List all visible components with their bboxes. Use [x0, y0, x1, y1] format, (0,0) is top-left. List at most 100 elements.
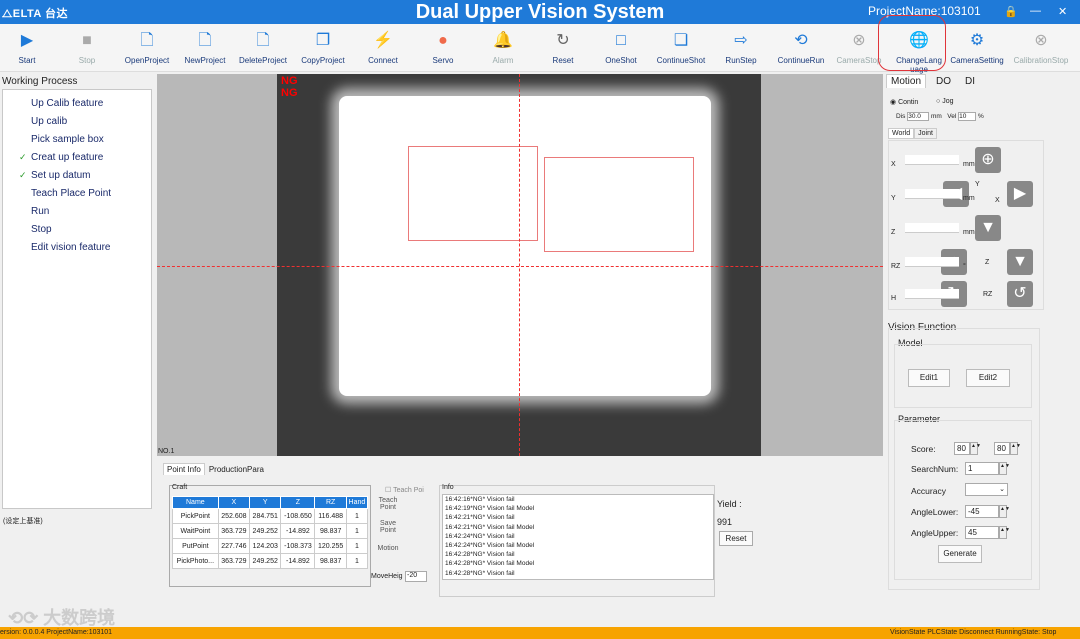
process-item[interactable]: Teach Place Point	[31, 188, 111, 199]
process-item[interactable]: ✓ Set up datum	[19, 170, 90, 181]
tab-world[interactable]: World	[888, 128, 915, 139]
axis-input[interactable]	[905, 289, 959, 299]
table-cell[interactable]: 284.751	[249, 508, 282, 524]
table-row[interactable]: WaitPoint 363.729 249.252 -14.892 98.837 1	[172, 523, 369, 539]
deleteproject-button[interactable]: 🗋 DeleteProject	[232, 30, 294, 65]
score2-input[interactable]: 80	[994, 442, 1010, 455]
tab-di[interactable]: DI	[961, 75, 979, 88]
connect-button[interactable]: ⚡ Connect	[352, 30, 414, 65]
table-cell[interactable]: 120.255	[314, 538, 347, 554]
table-cell[interactable]: 124.203	[249, 538, 282, 554]
motion-button[interactable]: Motion	[376, 545, 400, 552]
table-row[interactable]: PickPoint 252.608 284.751 -108.650 116.488 1	[172, 508, 369, 524]
generate-button[interactable]: Generate	[938, 545, 982, 563]
z-down-button[interactable]: ▼	[1007, 249, 1033, 275]
table-cell[interactable]: WaitPoint	[172, 523, 219, 539]
teach-point-button[interactable]: Teach Point	[376, 497, 400, 511]
table-cell[interactable]: 1	[345, 553, 369, 569]
calibrationstop-button[interactable]: ⊗ CalibrationStop	[1010, 30, 1072, 65]
table-cell[interactable]: 98.837	[314, 553, 347, 569]
camerasetting-button[interactable]: ⚙ CameraSetting	[946, 30, 1008, 65]
log-line[interactable]: 16:42:21*NG* Vision fail	[443, 513, 713, 522]
anglelower-input[interactable]: -45	[965, 505, 999, 518]
score2-spinner[interactable]: ▲▼	[1010, 442, 1021, 455]
table-cell[interactable]: 1	[345, 508, 369, 524]
angleupper-spinner[interactable]: ▲▼	[999, 526, 1010, 539]
runstep-button[interactable]: ⇨ RunStep	[710, 30, 772, 65]
alarm-button[interactable]: 🔔 Alarm	[472, 30, 534, 65]
axis-input[interactable]	[905, 155, 959, 165]
minimize-icon[interactable]: —	[1030, 5, 1041, 17]
table-cell[interactable]: PickPoint	[172, 508, 219, 524]
log-line[interactable]: 16:42:24*NG* Vision fail Model	[443, 541, 713, 550]
tab-do[interactable]: DO	[932, 75, 955, 88]
log-line[interactable]: 16:42:16*NG* Vision fail	[443, 495, 713, 504]
table-cell[interactable]: PutPoint	[172, 538, 219, 554]
process-item[interactable]: Edit vision feature	[31, 242, 111, 253]
oneshot-button[interactable]: □ OneShot	[590, 30, 652, 65]
process-item[interactable]: ✓ Creat up feature	[19, 152, 103, 163]
table-cell[interactable]: 116.488	[314, 508, 347, 524]
contin-radio[interactable]: ◉ Contin	[890, 98, 918, 106]
process-item[interactable]: Up Calib feature	[31, 98, 103, 109]
camera-view[interactable]: NG NG NO.1	[157, 74, 883, 456]
down-arrow-button[interactable]: ▼	[975, 215, 1001, 241]
move-height-input[interactable]: -20	[405, 571, 427, 582]
searchnum-input[interactable]: 1	[965, 462, 999, 475]
table-row[interactable]: PutPoint 227.746 124.203 -108.373 120.255 1	[172, 538, 369, 554]
accuracy-select[interactable]: ⌄	[965, 483, 1008, 496]
jog-radio[interactable]: ○ Jog	[936, 98, 953, 105]
newproject-button[interactable]: 🗋 NewProject	[174, 30, 236, 65]
table-cell[interactable]: 363.729	[217, 523, 251, 539]
table-cell[interactable]: 249.252	[249, 553, 282, 569]
roi-right[interactable]	[544, 157, 694, 252]
log-line[interactable]: 16:42:21*NG* Vision fail Model	[443, 523, 713, 532]
log-line[interactable]: 16:42:19*NG* Vision fail Model	[443, 504, 713, 513]
start-button[interactable]: ▶ Start	[0, 30, 58, 65]
score1-spinner[interactable]: ▲▼	[970, 442, 981, 455]
axis-input[interactable]	[905, 257, 959, 267]
stop-button[interactable]: ■ Stop	[56, 30, 118, 65]
searchnum-spinner[interactable]: ▲▼	[999, 462, 1010, 475]
table-cell[interactable]: -14.892	[280, 553, 316, 569]
continuerun-button[interactable]: ⟲ ContinueRun	[770, 30, 832, 65]
log-line[interactable]: 16:42:28*NG* Vision fail	[443, 550, 713, 559]
anglelower-spinner[interactable]: ▲▼	[999, 505, 1010, 518]
axis-input[interactable]	[905, 223, 959, 233]
edit2-button[interactable]: Edit2	[966, 369, 1010, 387]
table-row[interactable]: PickPhoto... 363.729 249.252 -14.892 98.837 1	[172, 553, 369, 569]
table-cell[interactable]: 1	[345, 523, 369, 539]
table-cell[interactable]: 98.837	[314, 523, 347, 539]
servo-button[interactable]: ● Servo	[412, 30, 474, 65]
axis-input[interactable]	[905, 189, 959, 199]
right-arrow-button[interactable]: ▶	[1007, 181, 1033, 207]
angleupper-input[interactable]: 45	[965, 526, 999, 539]
table-cell[interactable]: 252.608	[217, 508, 251, 524]
tab-motion[interactable]: Motion	[886, 74, 927, 88]
tab-production-para[interactable]: ProductionPara	[205, 464, 267, 475]
edit1-button[interactable]: Edit1	[908, 369, 950, 387]
tab-point-info[interactable]: Point Info	[163, 463, 205, 475]
table-cell[interactable]: 363.729	[217, 553, 251, 569]
teach-point-checkbox[interactable]: ☐ Teach Poi	[385, 486, 424, 494]
reset-button[interactable]: ↻ Reset	[532, 30, 594, 65]
save-point-button[interactable]: Save Point	[376, 520, 400, 534]
plus-up-button[interactable]: ⊕	[975, 147, 1001, 173]
close-icon[interactable]: ✕	[1058, 5, 1067, 18]
score1-input[interactable]: 80	[954, 442, 970, 455]
table-cell[interactable]: PickPhoto...	[172, 553, 219, 569]
process-item[interactable]: Up calib	[31, 116, 67, 127]
log-line[interactable]: 16:42:28*NG* Vision fail Model	[443, 559, 713, 568]
continueshot-button[interactable]: ❏ ContinueShot	[650, 30, 712, 65]
table-cell[interactable]: 1	[345, 538, 369, 554]
reset-yield-button[interactable]: Reset	[719, 531, 753, 546]
openproject-button[interactable]: 🗋 OpenProject	[116, 30, 178, 65]
process-item[interactable]: Run	[31, 206, 49, 217]
vel-input[interactable]: 10	[958, 112, 977, 121]
copyproject-button[interactable]: ❐ CopyProject	[292, 30, 354, 65]
tab-joint[interactable]: Joint	[914, 128, 937, 139]
table-cell[interactable]: 249.252	[249, 523, 282, 539]
table-cell[interactable]: -14.892	[280, 523, 316, 539]
process-item[interactable]: Stop	[31, 224, 52, 235]
log-list[interactable]: 16:42:16*NG* Vision fail 16:42:19*NG* Vis…	[442, 494, 714, 580]
